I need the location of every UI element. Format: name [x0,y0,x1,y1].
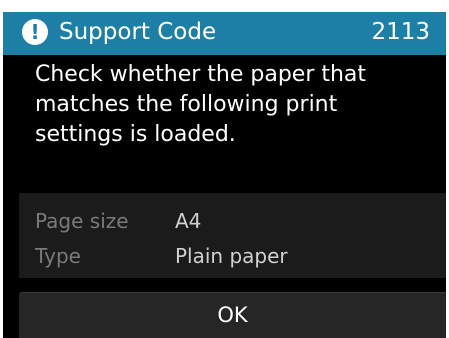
title-bar: ! Support Code 2113 [3,12,446,55]
printer-lcd-screen: ! Support Code 2113 Check whether the pa… [3,12,446,338]
setting-label: Type [35,244,81,268]
message-line: matches the following print [35,92,338,117]
setting-value: Plain paper [175,244,288,268]
setting-label: Page size [35,209,129,233]
support-code-number: 2113 [371,19,430,45]
message-line: settings is loaded. [35,122,236,147]
exclamation-icon: ! [22,19,48,45]
error-message: Check whether the paper that matches the… [35,60,435,150]
support-code-title: Support Code [59,19,217,45]
message-line: Check whether the paper that [35,62,367,87]
ok-button[interactable]: OK [19,292,446,338]
print-settings-panel: Page size A4 Type Plain paper [19,193,446,278]
setting-value: A4 [175,209,202,233]
